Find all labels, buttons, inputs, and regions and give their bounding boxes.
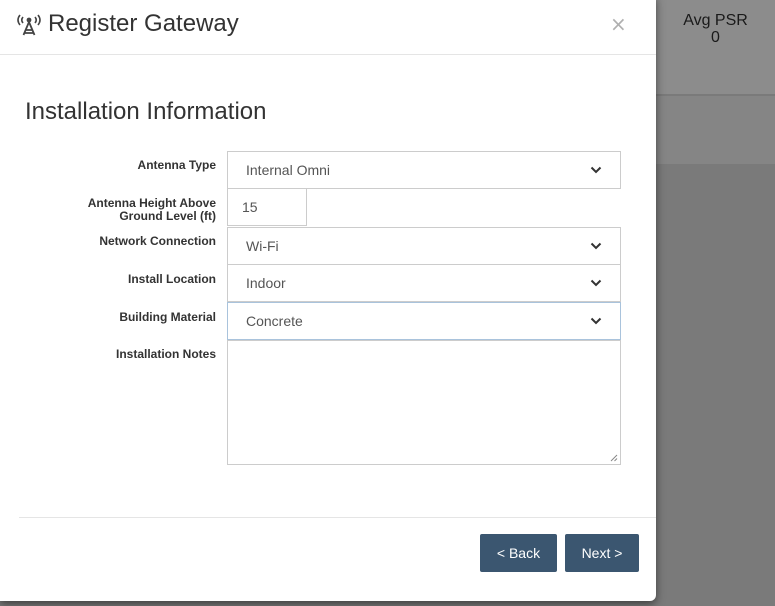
- modal-title: Register Gateway: [14, 10, 239, 38]
- antenna-type-value: Internal Omni: [246, 162, 331, 178]
- antenna-height-input[interactable]: 15: [227, 188, 307, 226]
- chevron-down-icon: [590, 317, 602, 325]
- close-icon[interactable]: ×: [610, 12, 627, 36]
- antenna-height-label: Antenna Height Above Ground Level (ft): [26, 197, 216, 223]
- footer-divider: [19, 517, 656, 518]
- chevron-down-icon: [590, 166, 602, 174]
- back-button[interactable]: < Back: [480, 534, 557, 572]
- backdrop-band: [656, 96, 775, 164]
- antenna-type-select[interactable]: Internal Omni: [227, 151, 621, 189]
- network-connection-value: Wi-Fi: [246, 238, 279, 254]
- chevron-down-icon: [590, 242, 602, 250]
- building-material-label: Building Material: [119, 310, 216, 324]
- install-location-value: Indoor: [246, 275, 286, 291]
- avg-psr-value: 0: [711, 29, 720, 46]
- resize-handle-icon[interactable]: [609, 453, 618, 462]
- next-button[interactable]: Next >: [565, 534, 639, 572]
- modal-header: Register Gateway ×: [0, 0, 656, 55]
- installation-notes-label: Installation Notes: [115, 347, 216, 361]
- antenna-tower-icon: [17, 14, 41, 36]
- register-gateway-modal: Register Gateway × Installation Informat…: [0, 0, 656, 601]
- network-connection-select[interactable]: Wi-Fi: [227, 227, 621, 265]
- section-title: Installation Information: [25, 98, 267, 125]
- antenna-height-label-line2: Ground Level (ft): [119, 209, 216, 223]
- chevron-down-icon: [590, 279, 602, 287]
- install-location-label: Install Location: [127, 272, 216, 286]
- antenna-type-label: Antenna Type: [137, 158, 216, 172]
- building-material-value: Concrete: [246, 313, 303, 329]
- building-material-select[interactable]: Concrete: [227, 302, 621, 340]
- backdrop-avg-psr: Avg PSR 0: [656, 0, 775, 94]
- modal-title-text: Register Gateway: [48, 10, 239, 37]
- install-location-select[interactable]: Indoor: [227, 264, 621, 302]
- avg-psr-label: Avg PSR: [683, 12, 748, 29]
- installation-notes-textarea[interactable]: [227, 340, 621, 465]
- network-connection-label: Network Connection: [99, 234, 216, 248]
- antenna-height-value: 15: [242, 199, 258, 215]
